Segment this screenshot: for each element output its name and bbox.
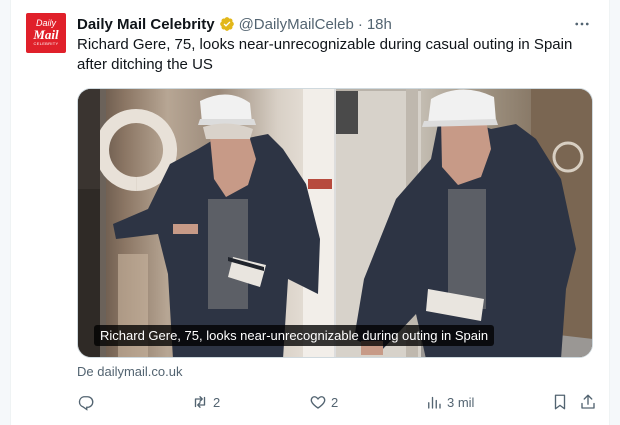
photo-right — [336, 89, 592, 357]
photo-left — [78, 89, 334, 357]
bookmark-icon — [554, 394, 566, 410]
views-icon — [428, 396, 441, 409]
more-button[interactable] — [572, 14, 592, 34]
tweet-header: Daily Mail Celebrity @DailyMailCeleb · 1… — [77, 14, 392, 34]
link-card-media[interactable]: Richard Gere, 75, looks near-unrecogniza… — [77, 88, 593, 358]
tweet-text: Richard Gere, 75, looks near-unrecogniza… — [77, 36, 573, 73]
reply-icon — [78, 396, 94, 411]
photo-left-illustration — [78, 89, 334, 357]
retweet-button[interactable]: 2 — [191, 391, 220, 413]
author-handle[interactable]: @DailyMailCeleb — [239, 16, 354, 33]
reply-button[interactable] — [77, 391, 99, 413]
verified-badge-icon — [219, 17, 234, 31]
author-name[interactable]: Daily Mail Celebrity — [77, 16, 215, 33]
like-button[interactable]: 2 — [309, 391, 338, 413]
avatar-line3: CELEBRITY — [33, 40, 59, 46]
card-caption: Richard Gere, 75, looks near-unrecogniza… — [94, 325, 495, 346]
like-count: 2 — [331, 394, 339, 410]
share-icon — [581, 394, 595, 409]
avatar[interactable]: Daily Mail CELEBRITY — [26, 13, 66, 53]
more-icon — [575, 22, 589, 26]
views-count: 3 mil — [447, 394, 475, 410]
retweet-icon — [194, 396, 206, 408]
share-button[interactable] — [579, 391, 597, 413]
tweet-card[interactable]: Daily Mail CELEBRITY Daily Mail Celebrit… — [10, 0, 610, 425]
views-button[interactable]: 3 mil — [425, 391, 474, 413]
action-bar: 2 2 3 mil — [77, 391, 601, 413]
link-source[interactable]: De dailymail.co.uk — [77, 364, 183, 379]
timestamp[interactable]: 18h — [367, 16, 392, 33]
avatar-line2: Mail — [33, 26, 59, 42]
separator: · — [357, 15, 363, 33]
like-icon — [310, 396, 326, 409]
retweet-count: 2 — [213, 394, 221, 410]
bookmark-button[interactable] — [551, 391, 569, 413]
photo-right-illustration — [336, 89, 592, 357]
